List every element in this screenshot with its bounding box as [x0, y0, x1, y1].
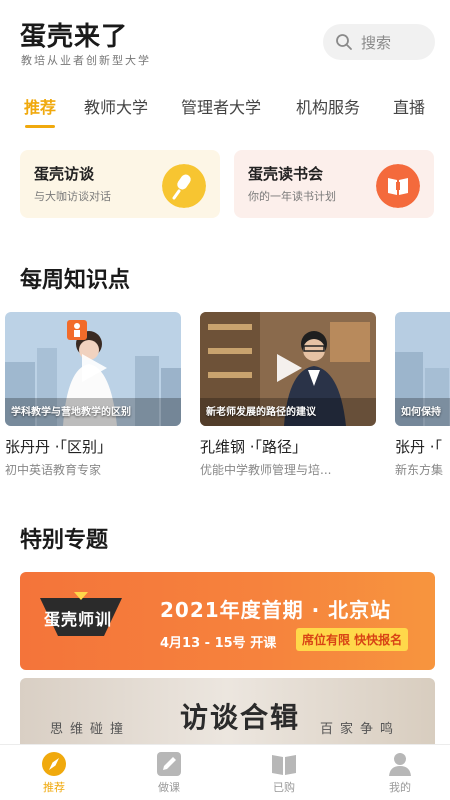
play-icon — [277, 354, 302, 382]
play-icon — [82, 354, 107, 382]
video-subtitle: 初中英语教育专家 — [5, 463, 102, 477]
nav-label: 做课 — [158, 781, 180, 794]
promo-subtitle: 与大咖访谈对话 — [34, 190, 111, 203]
nav-label: 已购 — [273, 781, 295, 794]
tab-live[interactable]: 直播 — [393, 94, 425, 118]
video-caption: 新老师发展的路径的建议 — [206, 407, 316, 418]
training-banner[interactable]: 蛋壳师训 2021年度首期 · 北京站 4月13 - 15号 开课 席位有限 快… — [20, 572, 435, 670]
video-thumbnail[interactable]: 学科教学与营地教学的区别 — [5, 312, 181, 426]
video-card[interactable]: 如何保持 张丹 ·「 新东方集 — [395, 312, 450, 478]
nav-item-mine[interactable]: 我的 — [370, 751, 430, 795]
app-subtitle: 教培从业者创新型大学 — [21, 54, 151, 67]
video-subtitle: 优能中学教师管理与培... — [200, 463, 332, 477]
search-icon — [336, 34, 352, 50]
pencil-icon — [157, 752, 181, 776]
training-logo-text: 蛋壳师训 — [44, 610, 113, 629]
nav-item-make-course[interactable]: 做课 — [139, 751, 199, 795]
user-icon — [389, 753, 411, 776]
weekly-section-title: 每周知识点 — [20, 268, 131, 293]
open-book-icon — [272, 755, 296, 775]
video-title: 孔维钢 ·「路径」 — [200, 438, 308, 456]
video-card[interactable]: 新老师发展的路径的建议 孔维钢 ·「路径」 优能中学教师管理与培... — [200, 312, 376, 478]
special-section-title: 特别专题 — [20, 528, 109, 553]
header: 蛋壳来了 教培从业者创新型大学 搜索 — [0, 0, 450, 80]
banner-right-text: 百家争鸣 — [320, 722, 401, 737]
promo-card-interview[interactable]: 蛋壳访谈 与大咖访谈对话 — [20, 150, 220, 218]
banner-left-text: 思维碰撞 — [50, 722, 131, 737]
video-title: 张丹丹 ·「区别」 — [5, 438, 113, 456]
video-subtitle: 新东方集 — [395, 463, 444, 477]
nav-item-recommend[interactable]: 推荐 — [24, 751, 84, 795]
book-icon — [376, 164, 420, 208]
promo-title: 蛋壳访谈 — [34, 165, 95, 183]
video-thumbnail[interactable]: 新老师发展的路径的建议 — [200, 312, 376, 426]
promo-card-book-club[interactable]: 蛋壳读书会 你的一年读书计划 — [234, 150, 434, 218]
video-thumbnail[interactable]: 如何保持 — [395, 312, 450, 426]
banner-headline: 2021年度首期 · 北京站 — [160, 598, 392, 622]
video-caption: 如何保持 — [401, 407, 441, 418]
category-tabs: 推荐 教师大学 管理者大学 机构服务 直播 — [0, 88, 450, 130]
search-input[interactable]: 搜索 — [323, 24, 435, 60]
promo-subtitle: 你的一年读书计划 — [248, 190, 336, 203]
active-tab-indicator — [25, 125, 55, 128]
banner-signup-tag: 席位有限 快快报名 — [296, 628, 409, 651]
interview-collection-banner[interactable]: 思维碰撞 访谈合辑 百家争鸣 — [20, 678, 435, 750]
promo-title: 蛋壳读书会 — [248, 165, 324, 183]
banner-dates: 4月13 - 15号 开课 — [160, 636, 277, 651]
compass-icon — [42, 752, 66, 776]
tab-manager-university[interactable]: 管理者大学 — [181, 94, 261, 118]
bottom-navigation: 推荐 做课 已购 我的 — [0, 744, 450, 800]
tab-teacher-university[interactable]: 教师大学 — [84, 94, 148, 118]
nav-label: 推荐 — [43, 781, 65, 794]
microphone-icon — [162, 164, 206, 208]
banner-center-title: 访谈合辑 — [180, 701, 301, 734]
video-caption: 学科教学与营地教学的区别 — [11, 407, 131, 418]
nav-item-purchased[interactable]: 已购 — [254, 751, 314, 795]
tab-institution-service[interactable]: 机构服务 — [296, 94, 360, 118]
search-placeholder: 搜索 — [361, 34, 392, 52]
video-title: 张丹 ·「 — [395, 438, 443, 456]
app-title: 蛋壳来了 — [20, 22, 129, 52]
video-card[interactable]: 学科教学与营地教学的区别 张丹丹 ·「区别」 初中英语教育专家 — [5, 312, 181, 478]
nav-label: 我的 — [389, 781, 411, 794]
tab-recommend[interactable]: 推荐 — [24, 94, 56, 118]
